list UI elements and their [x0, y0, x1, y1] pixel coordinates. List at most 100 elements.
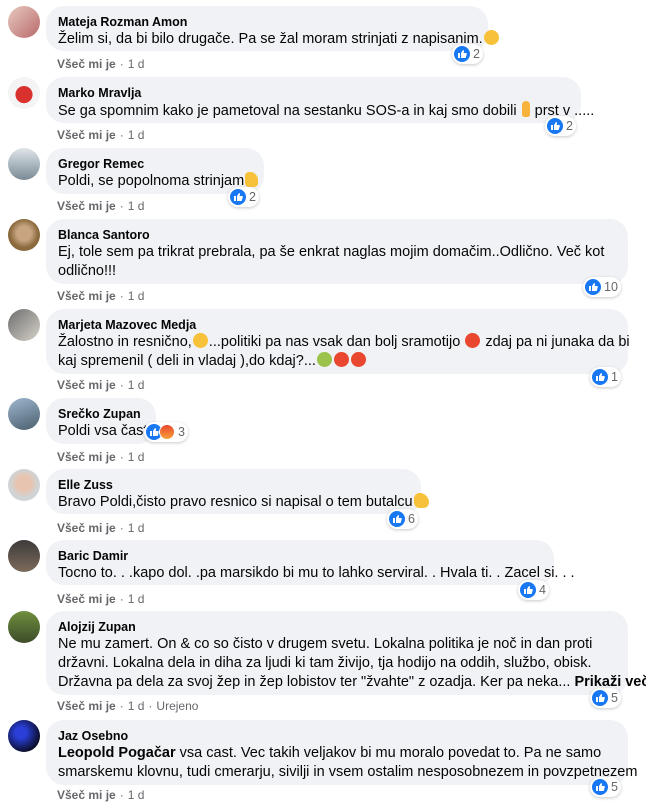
avatar[interactable] [8, 720, 40, 752]
angry-emoji-icon [333, 352, 349, 367]
comment-bubble: Mateja Rozman Amon Želim si, da bi bilo … [46, 6, 499, 51]
edited-label[interactable]: Urejeno [156, 699, 198, 713]
comment-author[interactable]: Alojzij Zupan [58, 619, 616, 635]
comment-author[interactable]: Marko Mravlja [58, 85, 569, 101]
comment-text: Ej, tole sem pa trikrat prebrala, pa še … [58, 244, 605, 260]
avatar[interactable] [8, 398, 40, 430]
like-button[interactable]: Všeč mi je [57, 289, 116, 303]
reaction-summary[interactable]: 2 [452, 44, 483, 64]
comment-time[interactable]: 1 d [128, 592, 145, 606]
sick-emoji-icon [316, 352, 332, 367]
separator-dot: · [119, 450, 124, 464]
comment-text: Leopold Pogačar vsa cast. Vec takih velj… [58, 745, 602, 761]
comment-text: odlično!!! [58, 263, 117, 279]
comment-actions: Všeč mi je · 1 d [57, 377, 144, 393]
reaction-summary[interactable]: 5 [590, 777, 621, 797]
separator-dot: · [119, 199, 124, 213]
comment-author[interactable]: Baric Damir [58, 548, 542, 564]
like-button[interactable]: Všeč mi je [57, 592, 116, 606]
avatar[interactable] [8, 469, 40, 501]
reaction-count: 5 [611, 691, 618, 705]
avatar[interactable] [8, 611, 40, 643]
thumbs-up-emoji-icon [245, 172, 259, 187]
comment-text: Bravo Poldi,čisto pravo resnico si napis… [58, 493, 429, 512]
avatar[interactable] [8, 148, 40, 180]
avatar[interactable] [8, 309, 40, 341]
comment-author[interactable]: Srečko Zupan [58, 406, 144, 422]
comment-author[interactable]: Jaz Osebno [58, 728, 616, 744]
comment-text: Ne mu zamert. On & co so čisto v drugem … [58, 636, 593, 652]
comment-actions: Všeč mi je · 1 d [57, 198, 144, 214]
reaction-summary[interactable]: 3 [144, 422, 188, 442]
like-button[interactable]: Všeč mi je [57, 699, 116, 713]
reaction-summary[interactable]: 4 [518, 580, 549, 600]
comment-time[interactable]: 1 d [128, 699, 145, 713]
angry-reaction-icon [159, 424, 175, 440]
comment-actions: Všeč mi je · 1 d [57, 288, 144, 304]
comment-text: Se ga spomnim kako je pametoval na sesta… [58, 101, 595, 119]
like-button[interactable]: Všeč mi je [57, 788, 116, 802]
comment-text: Državna pa dela za svoj žep in žep lobis… [58, 673, 646, 692]
avatar[interactable] [8, 219, 40, 251]
like-reaction-icon [389, 511, 405, 527]
angry-emoji-icon [465, 333, 481, 348]
middle-finger-emoji-icon [521, 101, 530, 117]
reaction-count: 4 [539, 583, 546, 597]
like-button[interactable]: Všeč mi je [57, 378, 116, 392]
comment-time[interactable]: 1 d [128, 521, 145, 535]
comment-bubble: Gregor Remec Poldi, se popolnoma strinja… [46, 148, 264, 194]
comment-time[interactable]: 1 d [128, 57, 145, 71]
comment-author[interactable]: Elle Zuss [58, 477, 409, 493]
comment-text: smarskemu klovnu, tudi cmerarju, sivilji… [58, 764, 638, 780]
separator-dot: · [119, 592, 124, 606]
comment-actions: Všeč mi je · 1 d [57, 56, 144, 72]
like-reaction-icon [547, 118, 563, 134]
reaction-count: 2 [249, 190, 256, 204]
comment-time[interactable]: 1 d [128, 378, 145, 392]
comment-author[interactable]: Gregor Remec [58, 156, 252, 172]
mention-link[interactable]: Leopold Pogačar [58, 745, 176, 761]
reaction-count: 2 [566, 119, 573, 133]
comment-bubble: Baric Damir Tocno to. . .kapo dol. .pa m… [46, 540, 575, 585]
reaction-summary[interactable]: 5 [590, 688, 621, 708]
avatar[interactable] [8, 77, 40, 109]
separator-dot: · [119, 788, 124, 802]
reaction-summary[interactable]: 2 [545, 116, 576, 136]
comment-time[interactable]: 1 d [128, 128, 145, 142]
comment-time[interactable]: 1 d [128, 199, 145, 213]
comment-text: državni. Lokalna dela in diha za ljudi k… [58, 655, 592, 671]
comment-actions: Všeč mi je · 1 d · Urejeno [57, 698, 198, 714]
comment-time[interactable]: 1 d [128, 289, 145, 303]
avatar[interactable] [8, 6, 40, 38]
like-button[interactable]: Všeč mi je [57, 57, 116, 71]
reaction-summary[interactable]: 6 [387, 509, 418, 529]
like-button[interactable]: Všeč mi je [57, 199, 116, 213]
comment-time[interactable]: 1 d [128, 788, 145, 802]
reaction-count: 10 [604, 280, 618, 294]
comment-author[interactable]: Marjeta Mazovec Medja [58, 317, 616, 333]
reaction-summary[interactable]: 10 [583, 277, 621, 297]
comment-text: Žalostno in resnično, ...politiki pa nas … [58, 333, 630, 350]
like-button[interactable]: Všeč mi je [57, 128, 116, 142]
comment-bubble: Elle Zuss Bravo Poldi,čisto pravo resnic… [46, 469, 429, 514]
reaction-summary[interactable]: 2 [228, 187, 259, 207]
comment-actions: Všeč mi je · 1 d [57, 127, 144, 143]
reaction-count: 2 [473, 47, 480, 61]
comment-text: Poldi vsa čast! [58, 423, 152, 439]
separator-dot: · [119, 521, 124, 535]
comment-author[interactable]: Blanca Santoro [58, 227, 616, 243]
comment-text: kaj spremenil ( deli in vladaj ),do kdaj… [58, 352, 616, 371]
comment-author[interactable]: Mateja Rozman Amon [58, 14, 476, 30]
reaction-summary[interactable]: 1 [590, 367, 621, 387]
swearing-emoji-icon [350, 352, 366, 367]
like-reaction-icon [592, 779, 608, 795]
comment-time[interactable]: 1 d [128, 450, 145, 464]
comment-text: Želim si, da bi bilo drugače. Pa se žal … [58, 30, 499, 49]
avatar[interactable] [8, 540, 40, 572]
like-button[interactable]: Všeč mi je [57, 521, 116, 535]
like-reaction-icon [230, 189, 246, 205]
reaction-count: 3 [178, 425, 185, 439]
separator-dot: · [119, 289, 124, 303]
like-button[interactable]: Všeč mi je [57, 450, 116, 464]
comment-bubble: Marko Mravlja Se ga spomnim kako je pame… [46, 77, 595, 123]
